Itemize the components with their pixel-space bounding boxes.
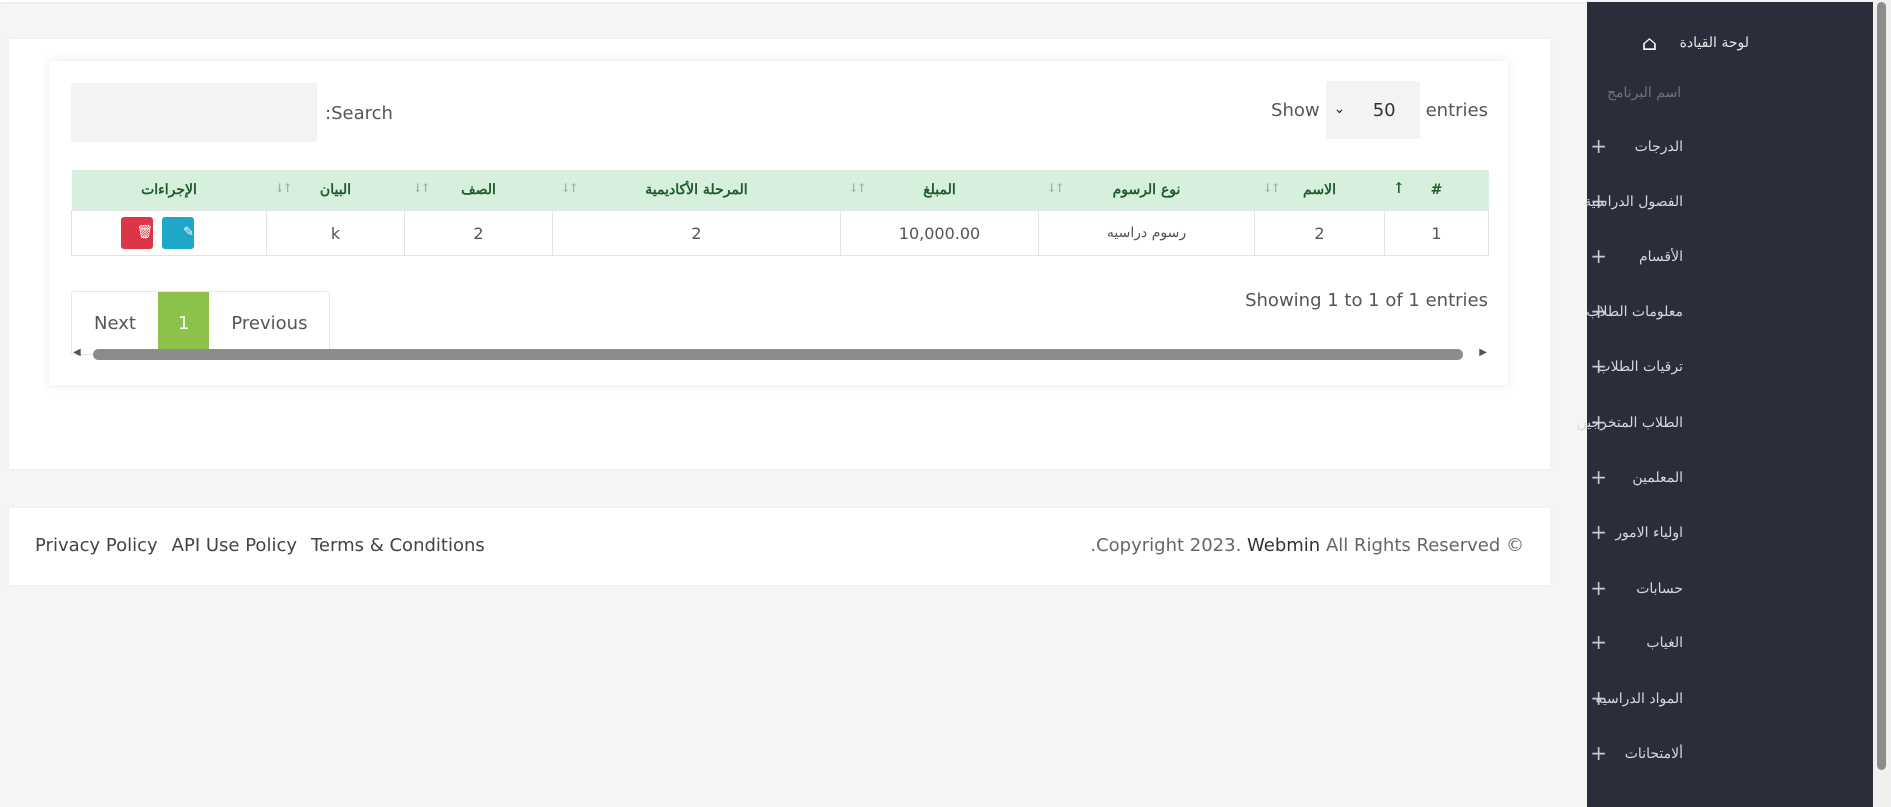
sidebar-section-title: اسم البرنامج	[1607, 85, 1682, 101]
column-header-name[interactable]: ↑↓ الاسم	[1254, 170, 1385, 211]
sort-icon: ↑↓	[274, 181, 293, 195]
cell-number: 1	[1384, 210, 1489, 256]
sidebar-item-departments[interactable]: + الأقسام	[1587, 238, 1873, 278]
cell-name: 2	[1254, 210, 1385, 256]
page-vertical-scrollbar[interactable]	[1873, 0, 1891, 807]
sidebar-item-student-promotions[interactable]: + ترقيات الطلاب	[1587, 348, 1873, 388]
footer: Privacy Policy API Use Policy Terms & Co…	[9, 508, 1550, 585]
sidebar-item-exams[interactable]: + ألامتحانات	[1587, 735, 1873, 775]
sidebar-item-accounts[interactable]: + حسابات	[1587, 570, 1873, 610]
sidebar-item-classes[interactable]: + الفصول الدراسية	[1584, 183, 1873, 223]
sidebar-item-teachers[interactable]: + المعلمين	[1587, 459, 1873, 499]
search-label: :Search	[325, 103, 393, 124]
sort-icon: ↑↓	[1262, 181, 1281, 195]
sort-icon: ↑↓	[848, 181, 867, 195]
show-label: Show	[1271, 99, 1320, 121]
plus-icon: +	[1590, 244, 1607, 268]
sidebar-item-attendance[interactable]: + الغياب	[1587, 624, 1873, 664]
sort-icon: ↑↓	[412, 181, 431, 195]
plus-icon: +	[1590, 134, 1607, 158]
sidebar-item-grades[interactable]: + الدرجات	[1587, 128, 1873, 168]
plus-icon: +	[1590, 465, 1607, 489]
sidebar-item-student-info[interactable]: + معلومات الطلاب	[1586, 293, 1873, 333]
search-input[interactable]	[71, 83, 317, 142]
sidebar-item-graduates[interactable]: + الطلاب المتخرجين	[1577, 404, 1873, 444]
previous-button[interactable]: Previous	[209, 292, 329, 354]
sort-icon: ↑↓	[560, 181, 579, 195]
page-1-button[interactable]: 1	[157, 292, 210, 354]
copyright: .Copyright 2023. Webmin All Rights Reser…	[1090, 535, 1524, 556]
column-header-actions: الإجراءات	[71, 170, 267, 211]
table-info: Showing 1 to 1 of 1 entries	[1245, 290, 1488, 311]
privacy-policy-link[interactable]: Privacy Policy	[35, 535, 158, 556]
column-header-grade[interactable]: ↑↓ الصف	[404, 170, 553, 211]
plus-icon: +	[1590, 576, 1607, 600]
cell-fee-type: رسوم دراسيه	[1038, 210, 1255, 256]
pagination: Next 1 Previous	[71, 291, 331, 355]
cell-statement: k	[266, 210, 405, 256]
table-row: 1 2 رسوم دراسيه 10,000.00 2 2 k ✎ 🗑	[71, 210, 1489, 256]
next-button[interactable]: Next	[72, 292, 158, 354]
trash-icon: 🗑	[136, 225, 153, 240]
top-bar	[0, 0, 1587, 2]
column-header-amount[interactable]: ↑↓ المبلغ	[840, 170, 1039, 211]
cell-grade: 2	[404, 210, 553, 256]
page-length-select[interactable]: ⌄ 50	[1325, 81, 1420, 139]
table-card: :Search Show ⌄ 50 entries ↑ # ↑↓ الاسم ↑↓ ن…	[49, 61, 1508, 385]
plus-icon: +	[1590, 630, 1607, 654]
column-header-fee-type[interactable]: ↑↓ نوع الرسوم	[1038, 170, 1255, 211]
brand-name[interactable]: Webmin	[1247, 535, 1320, 556]
home-icon: ⌂	[1641, 31, 1657, 55]
sort-icon: ↑↓	[1046, 181, 1065, 195]
content-card: :Search Show ⌄ 50 entries ↑ # ↑↓ الاسم ↑↓ ن…	[9, 39, 1550, 469]
sidebar-item-parents[interactable]: + اولياء الامور	[1587, 514, 1873, 554]
table-header-row: ↑ # ↑↓ الاسم ↑↓ نوع الرسوم ↑↓ المبلغ ↑↓ المرح…	[71, 170, 1489, 211]
scrollbar-thumb[interactable]	[93, 349, 1463, 360]
cell-stage: 2	[552, 210, 841, 256]
sidebar: ⌂ لوحة القيادة اسم البرنامج + الدرجات + ال…	[1577, 2, 1873, 807]
delete-button[interactable]: 🗑	[120, 217, 153, 249]
chevron-down-icon: ⌄	[1333, 101, 1346, 117]
footer-links: Privacy Policy API Use Policy Terms & Co…	[35, 535, 485, 556]
scroll-left-icon[interactable]: ◀	[73, 347, 81, 358]
entries-label: entries	[1425, 99, 1488, 121]
edit-button[interactable]: ✎	[162, 217, 194, 249]
table-horizontal-scrollbar[interactable]: ◀ ▶	[71, 347, 1489, 361]
page-length-value: 50	[1372, 99, 1396, 121]
plus-icon: +	[1590, 741, 1607, 765]
sidebar-item-dashboard[interactable]: لوحة القيادة	[1680, 35, 1749, 51]
cell-amount: 10,000.00	[840, 210, 1039, 256]
edit-icon: ✎	[183, 225, 194, 240]
cell-actions: ✎ 🗑	[71, 210, 267, 256]
scroll-right-icon[interactable]: ▶	[1479, 347, 1487, 358]
sidebar-item-subjects[interactable]: + المواد الدراسيه	[1587, 680, 1873, 720]
column-header-number[interactable]: ↑ #	[1384, 170, 1489, 211]
column-header-stage[interactable]: ↑↓ المرحلة الأكاديمية	[552, 170, 841, 211]
plus-icon: +	[1590, 520, 1607, 544]
page-length-control: Show ⌄ 50 entries	[1271, 81, 1488, 139]
sort-asc-icon: ↑	[1392, 179, 1406, 197]
scrollbar-thumb[interactable]	[1877, 2, 1886, 770]
terms-link[interactable]: Terms & Conditions	[311, 535, 485, 556]
fees-table: ↑ # ↑↓ الاسم ↑↓ نوع الرسوم ↑↓ المبلغ ↑↓ المرح…	[71, 170, 1489, 256]
column-header-statement[interactable]: ↑↓ البيان	[266, 170, 405, 211]
api-use-policy-link[interactable]: API Use Policy	[172, 535, 297, 556]
